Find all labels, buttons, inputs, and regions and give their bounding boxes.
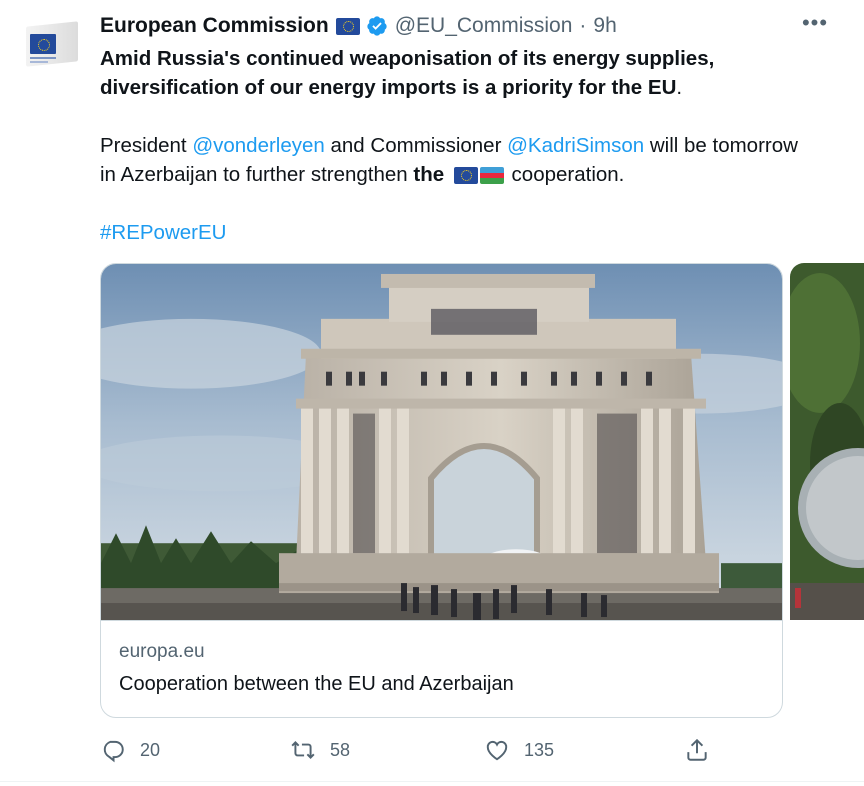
card-image-arch xyxy=(101,264,782,621)
avatar-logo-text-line xyxy=(30,57,56,59)
retweet-icon xyxy=(291,741,315,759)
eu-flag-icon xyxy=(453,167,478,185)
mention-vonderleyen[interactable]: @vonderleyen xyxy=(192,134,325,157)
tweet-header: European Commission @EU_Commission · 9h xyxy=(100,13,617,39)
azerbaijan-flag-icon xyxy=(479,167,504,185)
tweet-text-period: . xyxy=(676,76,683,99)
verified-badge-icon xyxy=(367,16,387,36)
reply-count: 20 xyxy=(140,739,161,760)
tweet-timestamp[interactable]: 9h xyxy=(593,14,616,38)
author-name[interactable]: European Commission xyxy=(100,14,329,38)
like-count: 135 xyxy=(524,739,555,760)
like-icon xyxy=(486,740,508,761)
tweet-text-bold: diversification of our energy imports is… xyxy=(100,76,677,99)
share-icon xyxy=(687,738,707,761)
more-icon[interactable]: ••• xyxy=(800,12,830,38)
like-button[interactable]: 135 xyxy=(484,735,554,765)
mention-kadrisimson[interactable]: @KadriSimson xyxy=(507,134,644,157)
eu-logo-icon xyxy=(30,34,56,54)
author-avatar[interactable] xyxy=(16,21,80,70)
link-card[interactable]: europa.eu Cooperation between the EU and… xyxy=(100,263,783,718)
retweet-count: 58 xyxy=(330,739,351,760)
tweet-text: and Commissioner xyxy=(324,134,508,157)
next-media-preview[interactable] xyxy=(790,263,864,620)
tweet-text: President xyxy=(100,134,193,157)
reply-icon xyxy=(103,740,124,763)
eu-flag-icon xyxy=(335,17,360,35)
reply-button[interactable]: 20 xyxy=(100,735,160,765)
tweet-text-line-1: Amid Russia's continued weaponisation of… xyxy=(100,47,715,70)
tweet-text: will be tomorrow xyxy=(644,134,798,157)
tweet-text-bold: the xyxy=(413,163,445,186)
share-button[interactable] xyxy=(684,735,724,765)
retweet-button[interactable]: 58 xyxy=(290,735,350,765)
card-domain: europa.eu xyxy=(119,641,205,662)
tweet-text: cooperation. xyxy=(505,163,625,186)
tweet-text-line-4: in Azerbaijan to further strengthen the … xyxy=(100,160,624,189)
card-title: Cooperation between the EU and Azerbaija… xyxy=(119,673,514,695)
separator-dot: · xyxy=(579,14,587,37)
avatar-logo-text-line xyxy=(30,61,48,63)
hashtag-repowereu[interactable]: #REPowerEU xyxy=(100,218,226,247)
tweet-text: in Azerbaijan to further strengthen xyxy=(100,163,414,186)
author-handle[interactable]: @EU_Commission xyxy=(395,14,573,38)
tweet-text-line-2: diversification of our energy imports is… xyxy=(100,73,682,102)
divider xyxy=(0,781,864,782)
tweet-text-line-3: President @vonderleyen and Commissioner … xyxy=(100,131,798,160)
